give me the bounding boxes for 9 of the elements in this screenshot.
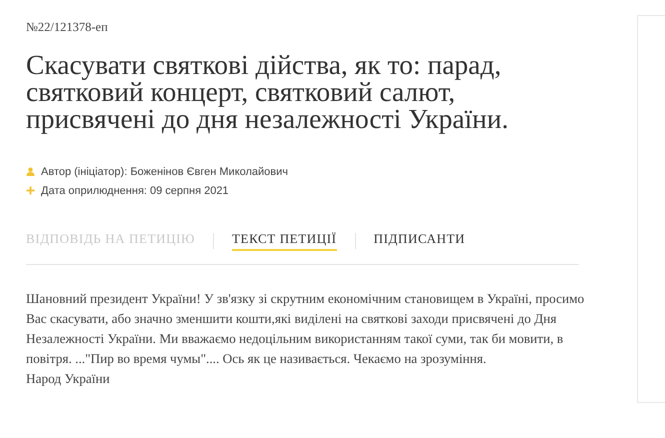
petition-text: Шановний президент України! У зв'язку зі скрутним економічним становищем в Україні, просимо Вас скасувати, або значно зменшити кошти,які виділені на святкові заходи присвячені до Дня Незалежності України. Ми вважаємо недоцільним використанням такої суми, так би мовити, в повітря. ..."Пир во время чумы".... Ось як це називається. Чекаємо на зрозуміння. Народ України bbox=[26, 290, 586, 388]
person-icon bbox=[26, 167, 35, 176]
plus-icon bbox=[26, 186, 35, 195]
meta-text: Автор (ініціатор): Боженінов Євген Миколайович bbox=[41, 166, 288, 178]
tab[interactable]: ПІДПИСАНТИ bbox=[374, 231, 466, 251]
petition-title: Скасувати святкові дійства, як то: парад, святковий концерт, святковий салют, присвячені до дня незалежності України. bbox=[26, 51, 510, 132]
meta-text: Дата оприлюднення: 09 серпня 2021 bbox=[41, 184, 229, 196]
tab[interactable]: ТЕКСТ ПЕТИЦІЇ bbox=[232, 231, 337, 251]
petition-number: №22/121378-еп bbox=[26, 20, 109, 35]
